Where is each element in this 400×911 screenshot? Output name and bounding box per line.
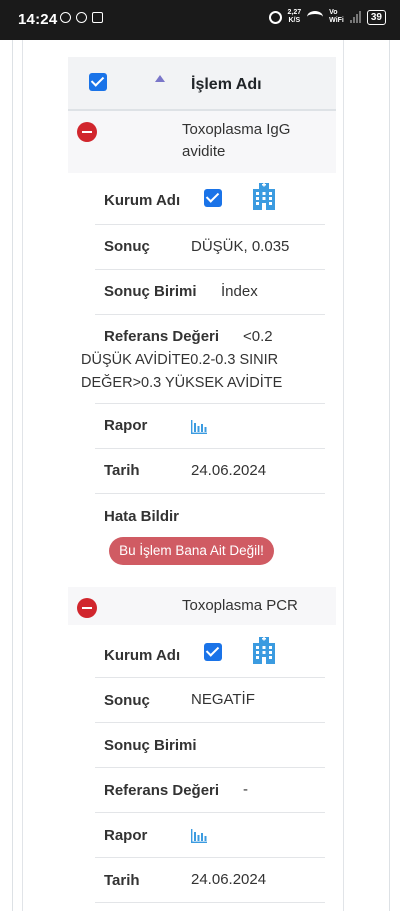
birim-label: Sonuç Birimi	[104, 283, 197, 300]
record-row[interactable]: Toxoplasma PCR	[68, 587, 336, 625]
referans-label: Referans Değeri	[104, 328, 220, 345]
referans-value: <0.2	[243, 328, 273, 345]
detail-row-birim: Sonuç Birimi İndex	[95, 270, 325, 315]
tarih-label: Tarih	[104, 872, 140, 889]
rapor-label: Rapor	[104, 417, 148, 434]
sonuc-label: Sonuç	[104, 238, 150, 255]
detail-row-birim: Sonuç Birimi	[95, 723, 325, 768]
detail-row-referans: Referans Değeri -	[95, 768, 325, 813]
wifi-label: WiFi	[329, 17, 344, 24]
column-title[interactable]: İşlem Adı	[191, 76, 262, 94]
signal-icon	[349, 11, 361, 23]
app-notification-icon	[92, 12, 103, 23]
bar-chart-icon[interactable]	[191, 420, 207, 434]
detail-row-sonuc: Sonuç NEGATİF	[95, 678, 325, 723]
hata-bildir-label: Hata Bildir	[104, 508, 180, 525]
minus-circle-icon[interactable]	[77, 598, 97, 618]
referans-value-line: DEĞER>0.3 YÜKSEK AVİDİTE	[81, 375, 283, 391]
wifi-icon	[307, 11, 324, 23]
sort-up-icon[interactable]	[155, 75, 165, 82]
birim-value: İndex	[221, 283, 258, 300]
record-name: Toxoplasma IgG avidite	[182, 119, 290, 163]
referans-value-continued: DÜŞÜK AVİDİTE0.2-0.3 SINIR DEĞER>0.3 YÜK…	[81, 349, 331, 395]
kurum-checkbox[interactable]	[204, 189, 222, 207]
sonuc-value: NEGATİF	[191, 691, 255, 708]
sonuc-label: Sonuç	[104, 692, 150, 709]
building-icon[interactable]	[249, 181, 279, 211]
kurum-label: Kurum Adı	[104, 647, 181, 664]
notification-icons	[60, 12, 103, 23]
referans-value: -	[243, 781, 248, 798]
building-icon[interactable]	[249, 635, 279, 665]
record-row[interactable]: Toxoplasma IgG avidite	[68, 111, 336, 173]
detail-row-kurum: Kurum Adı	[95, 180, 325, 225]
table-header: İşlem Adı	[68, 57, 336, 111]
minus-circle-icon[interactable]	[77, 122, 97, 142]
referans-label: Referans Değeri	[104, 782, 220, 799]
select-all-checkbox[interactable]	[89, 73, 107, 91]
kurum-checkbox[interactable]	[204, 643, 222, 661]
notification-icon	[76, 12, 87, 23]
net-speed-value: 2,27	[287, 9, 302, 16]
detail-row-tarih: Tarih 24.06.2024	[95, 858, 325, 903]
record-name: Toxoplasma PCR	[182, 597, 298, 614]
record-name-line: Toxoplasma IgG	[182, 121, 291, 138]
bar-chart-icon[interactable]	[191, 829, 207, 843]
sonuc-value: DÜŞÜK, 0.035	[191, 238, 290, 255]
tarih-label: Tarih	[104, 462, 140, 479]
detail-row-tarih: Tarih 24.06.2024	[95, 449, 325, 494]
status-bar: 14:24 2,27 K/S Vo WiFi 39	[0, 0, 400, 40]
status-right: 2,27 K/S Vo WiFi 39	[268, 9, 386, 25]
net-speed-unit: K/S	[288, 17, 301, 24]
rapor-label: Rapor	[104, 827, 148, 844]
vo-label: Vo	[329, 9, 338, 16]
battery-icon: 39	[366, 9, 386, 25]
detail-row-sonuc: Sonuç DÜŞÜK, 0.035	[95, 225, 325, 270]
detail-row-kurum: Kurum Adı	[95, 633, 325, 678]
vowifi-indicator: Vo WiFi	[329, 9, 344, 25]
detail-row-rapor: Rapor	[95, 404, 325, 449]
not-my-record-button[interactable]: Bu İşlem Bana Ait Değil!	[109, 537, 274, 565]
kurum-label: Kurum Adı	[104, 192, 181, 209]
tarih-value: 24.06.2024	[191, 871, 267, 888]
whatsapp-icon	[60, 12, 71, 23]
tarih-value: 24.06.2024	[191, 462, 267, 479]
record-name-line: avidite	[182, 143, 226, 160]
detail-row-rapor: Rapor	[95, 813, 325, 858]
birim-label: Sonuç Birimi	[104, 737, 197, 754]
alarm-icon	[268, 10, 282, 24]
net-speed: 2,27 K/S	[288, 9, 302, 25]
referans-value-line: DÜŞÜK AVİDİTE0.2-0.3 SINIR	[81, 352, 279, 368]
status-time: 14:24	[18, 11, 58, 28]
